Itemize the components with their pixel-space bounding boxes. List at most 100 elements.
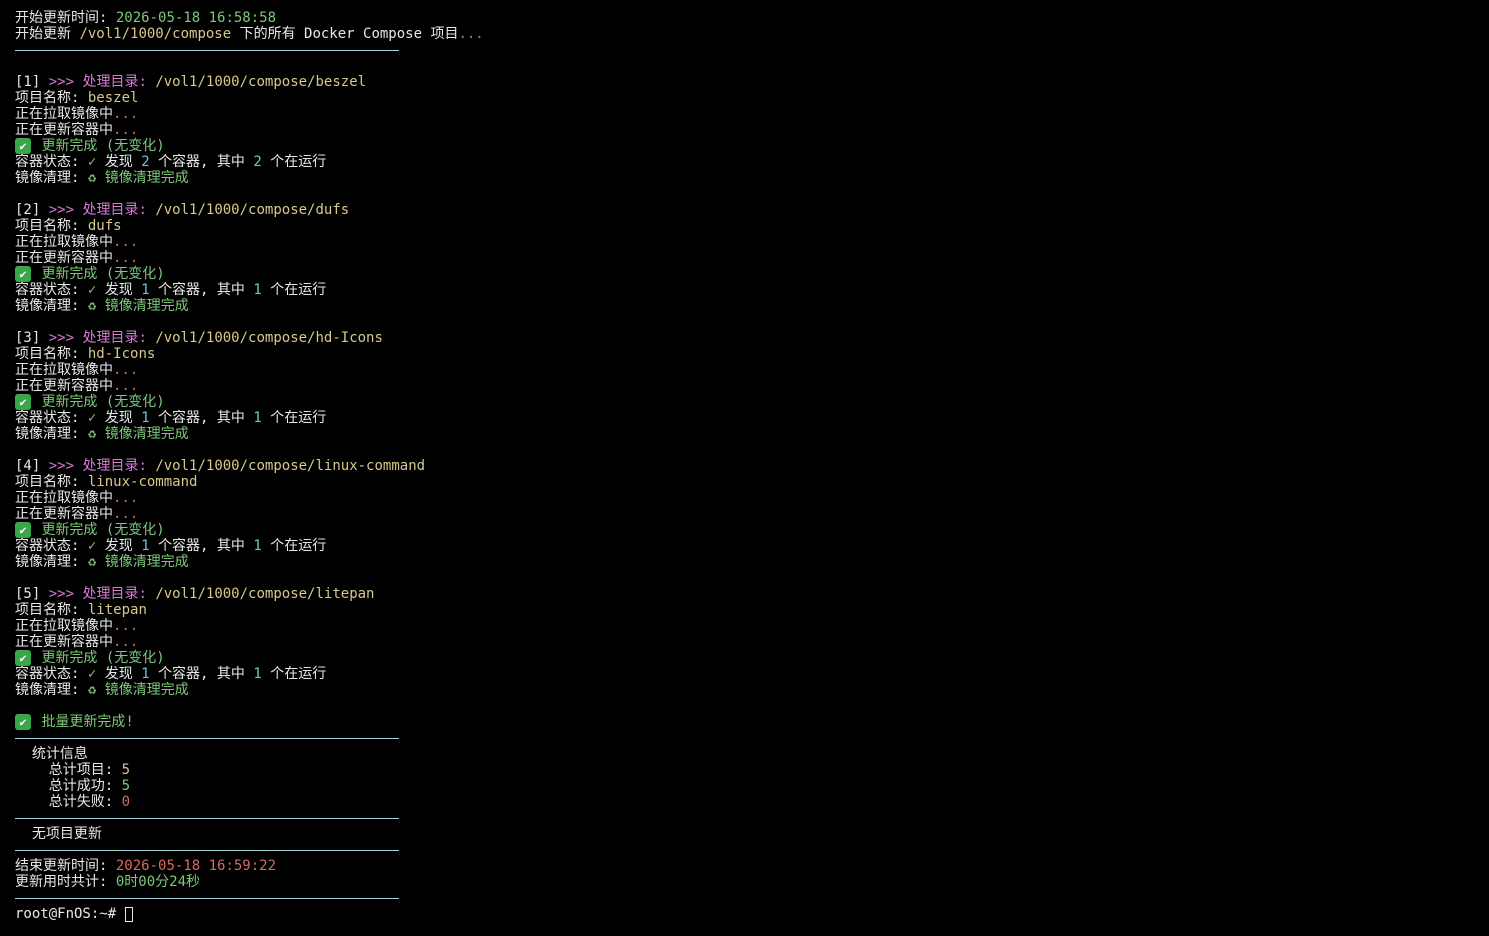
total-success-line: 总计成功: 5 — [15, 778, 1489, 794]
project-name-value: beszel — [87, 90, 139, 106]
duration-value: 0时00分24秒 — [115, 874, 201, 890]
tick-icon: ✓ — [87, 154, 97, 170]
container-status-label: 容器状态: — [15, 282, 80, 298]
containers-middle-text: 个容器, 其中 — [158, 154, 245, 170]
project-block: [1] >>> 处理目录: /vol1/1000/compose/beszel … — [15, 74, 1489, 202]
recycle-icon: ♻ — [87, 554, 97, 570]
running-count: 1 — [253, 538, 262, 554]
recycle-icon: ♻ — [87, 170, 97, 186]
project-name-value: hd-Icons — [87, 346, 156, 362]
process-dir-line: [1] >>> 处理目录: /vol1/1000/compose/beszel — [15, 74, 1489, 90]
running-count: 1 — [253, 410, 262, 426]
pulling-text: 正在拉取镜像中 — [15, 618, 113, 634]
updating-text: 正在更新容器中 — [15, 250, 113, 266]
tick-icon: ✓ — [87, 538, 97, 554]
project-name-label: 项目名称: — [15, 218, 80, 234]
cleanup-line: 镜像清理: ♻ 镜像清理完成 — [15, 554, 1489, 570]
found-text: 发现 — [104, 666, 133, 682]
project-path: /vol1/1000/compose/beszel — [155, 74, 367, 90]
cleanup-line: 镜像清理: ♻ 镜像清理完成 — [15, 298, 1489, 314]
found-text: 发现 — [104, 154, 133, 170]
running-count: 1 — [253, 666, 262, 682]
cleanup-label: 镜像清理: — [15, 170, 80, 186]
shell-prompt: root@FnOS:~# — [15, 906, 117, 922]
container-status-label: 容器状态: — [15, 666, 80, 682]
no-updates-text: 无项目更新 — [31, 826, 102, 842]
cleanup-label: 镜像清理: — [15, 426, 80, 442]
containers-middle-text: 个容器, 其中 — [158, 410, 245, 426]
found-count: 2 — [141, 154, 150, 170]
found-count: 1 — [141, 666, 150, 682]
updating-text: 正在更新容器中 — [15, 122, 113, 138]
container-status-label: 容器状态: — [15, 154, 80, 170]
cleanup-line: 镜像清理: ♻ 镜像清理完成 — [15, 426, 1489, 442]
project-name-line: 项目名称: dufs — [15, 218, 1489, 234]
cleanup-line: 镜像清理: ♻ 镜像清理完成 — [15, 682, 1489, 698]
check-mark-icon: ✔ — [15, 714, 31, 730]
tick-icon: ✓ — [87, 282, 97, 298]
updating-ellipsis: ... — [113, 378, 139, 394]
pulling-ellipsis: ... — [113, 618, 139, 634]
project-block: [5] >>> 处理目录: /vol1/1000/compose/litepan… — [15, 586, 1489, 714]
cleanup-line: 镜像清理: ♻ 镜像清理完成 — [15, 170, 1489, 186]
check-mark-icon: ✔ — [15, 266, 31, 282]
total-projects-value: 5 — [121, 762, 131, 778]
project-path: /vol1/1000/compose/dufs — [155, 202, 350, 218]
project-name-line: 项目名称: beszel — [15, 90, 1489, 106]
project-name-label: 项目名称: — [15, 90, 80, 106]
project-index: [1] — [15, 74, 41, 90]
updating-text: 正在更新容器中 — [15, 634, 113, 650]
container-status-label: 容器状态: — [15, 538, 80, 554]
project-path: /vol1/1000/compose/linux-command — [155, 458, 426, 474]
intro-ellipsis: ... — [458, 26, 484, 42]
stats-title: 统计信息 — [31, 746, 88, 762]
container-status-label: 容器状态: — [15, 410, 80, 426]
project-list: [1] >>> 处理目录: /vol1/1000/compose/beszel … — [15, 74, 1489, 714]
project-block: [3] >>> 处理目录: /vol1/1000/compose/hd-Icon… — [15, 330, 1489, 458]
project-path: /vol1/1000/compose/hd-Icons — [155, 330, 383, 346]
text-cursor[interactable] — [124, 907, 133, 922]
updating-text: 正在更新容器中 — [15, 378, 113, 394]
batch-done-line: ✔ 批量更新完成! — [15, 714, 1489, 730]
process-dir-line: [5] >>> 处理目录: /vol1/1000/compose/litepan — [15, 586, 1489, 602]
cleanup-done-text: 镜像清理完成 — [104, 298, 189, 314]
project-name-value: litepan — [87, 602, 147, 618]
process-dir-label: >>> 处理目录: — [48, 202, 147, 218]
pulling-ellipsis: ... — [113, 362, 139, 378]
duration-label: 更新用时共计: — [15, 874, 108, 890]
separator-line — [15, 730, 1489, 746]
project-name-value: dufs — [87, 218, 122, 234]
updating-ellipsis: ... — [113, 250, 139, 266]
cleanup-label: 镜像清理: — [15, 554, 80, 570]
total-projects-line: 总计项目: 5 — [15, 762, 1489, 778]
pulling-text: 正在拉取镜像中 — [15, 362, 113, 378]
project-index: [5] — [15, 586, 41, 602]
updating-line: 正在更新容器中... — [15, 122, 1489, 138]
container-status-line: 容器状态: ✓ 发现 1 个容器, 其中 1 个在运行 — [15, 410, 1489, 426]
pulling-line: 正在拉取镜像中... — [15, 234, 1489, 250]
container-status-line: 容器状态: ✓ 发现 1 个容器, 其中 1 个在运行 — [15, 666, 1489, 682]
update-done-line: ✔ 更新完成 (无变化) — [15, 138, 1489, 154]
pulling-line: 正在拉取镜像中... — [15, 106, 1489, 122]
tick-icon: ✓ — [87, 666, 97, 682]
shell-prompt-line[interactable]: root@FnOS:~# — [15, 906, 1489, 922]
total-projects-label: 总计项目: — [48, 762, 114, 778]
update-done-text: 更新完成 (无变化) — [41, 394, 165, 410]
project-name-label: 项目名称: — [15, 602, 80, 618]
intro-prefix: 开始更新 — [15, 26, 71, 42]
pulling-line: 正在拉取镜像中... — [15, 362, 1489, 378]
total-success-value: 5 — [121, 778, 131, 794]
project-name-value: linux-command — [87, 474, 198, 490]
recycle-icon: ♻ — [87, 298, 97, 314]
end-time-label: 结束更新时间: — [15, 858, 108, 874]
running-count: 1 — [253, 282, 262, 298]
running-text: 个在运行 — [270, 410, 327, 426]
containers-middle-text: 个容器, 其中 — [158, 538, 245, 554]
end-time-line: 结束更新时间: 2026-05-18 16:59:22 — [15, 858, 1489, 874]
pulling-ellipsis: ... — [113, 234, 139, 250]
project-name-line: 项目名称: linux-command — [15, 474, 1489, 490]
found-text: 发现 — [104, 538, 133, 554]
container-status-line: 容器状态: ✓ 发现 1 个容器, 其中 1 个在运行 — [15, 282, 1489, 298]
updating-text: 正在更新容器中 — [15, 506, 113, 522]
terminal-window[interactable]: 开始更新时间: 2026-05-18 16:58:58 开始更新 /vol1/1… — [0, 0, 1489, 936]
